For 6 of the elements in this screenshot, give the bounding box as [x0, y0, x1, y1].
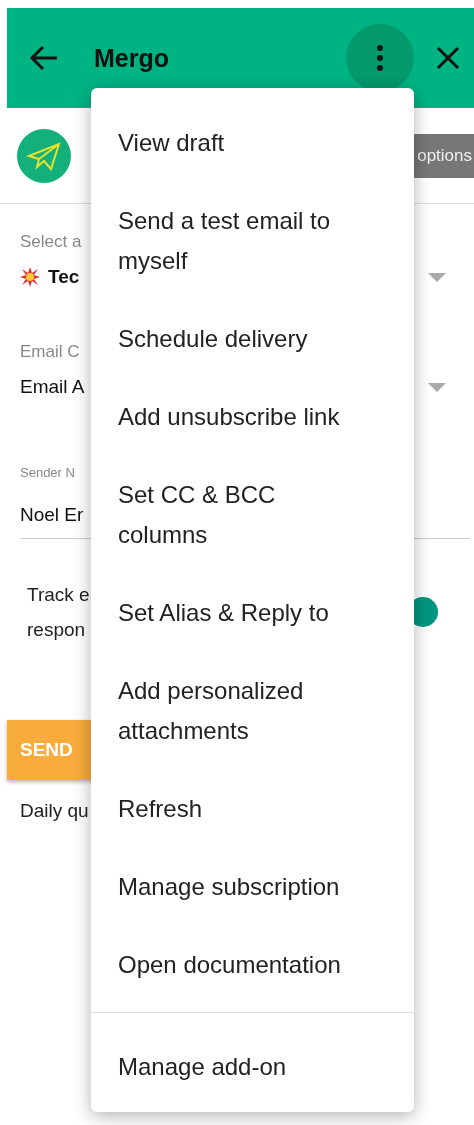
field-label: Sender N	[20, 465, 75, 480]
tracking-label: Track e respon	[27, 583, 90, 642]
quota-text: Daily qu	[20, 800, 89, 822]
field-label: Select a	[20, 232, 82, 252]
field-label: Email C	[20, 342, 80, 362]
app-title: Mergo	[94, 43, 170, 73]
